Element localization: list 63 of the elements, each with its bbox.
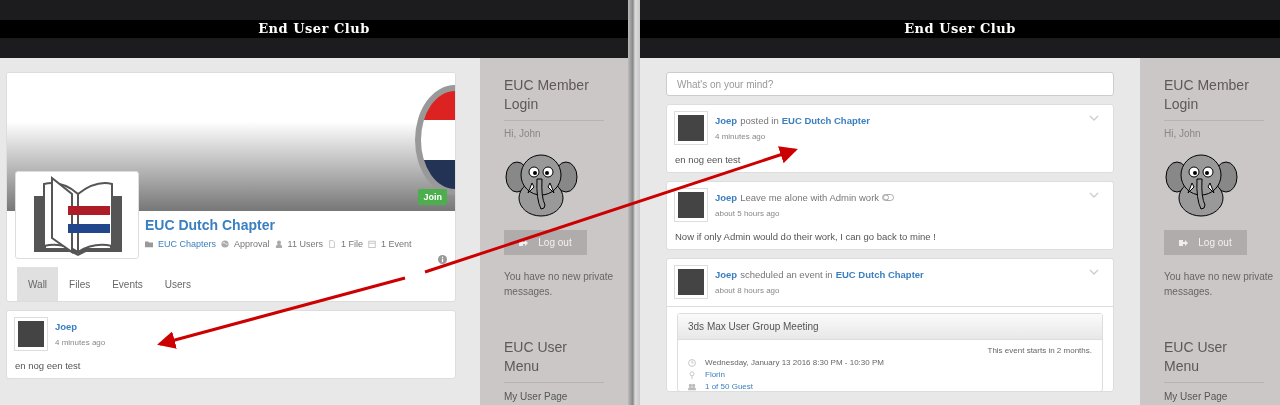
timestamp: 4 minutes ago (55, 338, 106, 347)
group-link[interactable]: EUC Dutch Chapter (835, 269, 924, 280)
tab[interactable]: Users (153, 267, 202, 301)
menu-link[interactable]: My User Page (1164, 391, 1280, 402)
location-link[interactable]: Florin (705, 370, 725, 379)
login-heading: EUC Member Login (1164, 76, 1250, 114)
folder-icon (145, 240, 153, 248)
group-title[interactable]: EUC Dutch Chapter (145, 217, 412, 233)
chevron-down-icon[interactable] (1089, 192, 1099, 198)
post-text: en nog een test (675, 154, 742, 165)
clock-icon (688, 358, 696, 367)
timestamp: about 5 hours ago (715, 209, 781, 218)
logout-icon (1179, 238, 1189, 247)
author-link[interactable]: Joep (715, 269, 738, 280)
messages-text: You have no new private messages. (1164, 270, 1275, 299)
status-input-field[interactable]: What's on your mind? (666, 72, 1114, 96)
globe-icon (221, 240, 230, 248)
meta-text: Approval (234, 239, 270, 249)
greeting-text: Hi, John (1164, 128, 1202, 139)
timestamp: about 8 hours ago (715, 286, 781, 295)
calendar-icon (367, 240, 376, 248)
avatar-placeholder (675, 266, 707, 298)
messages-text: You have no new private messages. (504, 270, 615, 299)
guests-link[interactable]: 1 of 50 Guest (705, 382, 754, 391)
user-icon (274, 240, 283, 248)
meta-text: 11 Users (287, 239, 323, 249)
avatar-placeholder (675, 189, 707, 221)
author-link[interactable]: Joep (715, 115, 738, 126)
category-link[interactable]: EUC Chapters (158, 239, 217, 249)
action-text: posted in (740, 115, 779, 126)
timestamp: 4 minutes ago (715, 132, 767, 141)
avatar-placeholder (675, 112, 707, 144)
info-icon[interactable] (438, 255, 447, 264)
site-title[interactable]: End User Club (904, 20, 1016, 36)
event-title: 3ds Max User Group Meeting (678, 314, 1102, 340)
menu-link[interactable]: My User Page (504, 391, 628, 402)
post-text: en nog een test (15, 360, 82, 371)
author-link[interactable]: Joep (715, 192, 738, 203)
action-text: scheduled an event in (740, 269, 833, 280)
meta-text: 1 File (340, 239, 363, 249)
author-link[interactable]: Joep (55, 321, 78, 332)
menu-heading: EUC User Menu (504, 338, 568, 376)
chevron-down-icon[interactable] (1089, 269, 1099, 275)
avatar-placeholder (15, 318, 47, 350)
chevron-down-icon[interactable] (1089, 115, 1099, 121)
tab[interactable]: Files (58, 267, 102, 301)
group-link[interactable]: EUC Dutch Chapter (781, 115, 870, 126)
logout-icon (519, 238, 529, 247)
file-icon (327, 240, 336, 248)
meta-text: 1 Event (380, 239, 412, 249)
site-title[interactable]: End User Club (258, 20, 370, 36)
login-heading: EUC Member Login (504, 76, 590, 114)
event-countdown: This event starts in 2 months. (987, 346, 1092, 355)
post-text: Now if only Admin would do their work, I can go back to mine ! (675, 231, 937, 242)
menu-heading: EUC User Menu (1164, 338, 1228, 376)
action-text: Leave me alone with Admin work (740, 192, 880, 203)
tab[interactable]: Events (101, 267, 154, 301)
join-button[interactable]: Join (418, 189, 447, 205)
tab[interactable]: Wall (17, 267, 59, 301)
greeting-text: Hi, John (504, 128, 542, 139)
users-icon (688, 382, 696, 391)
pin-icon (688, 370, 696, 379)
event-date: Wednesday, January 13 2016 8:30 PM - 10:30 PM (705, 358, 884, 367)
